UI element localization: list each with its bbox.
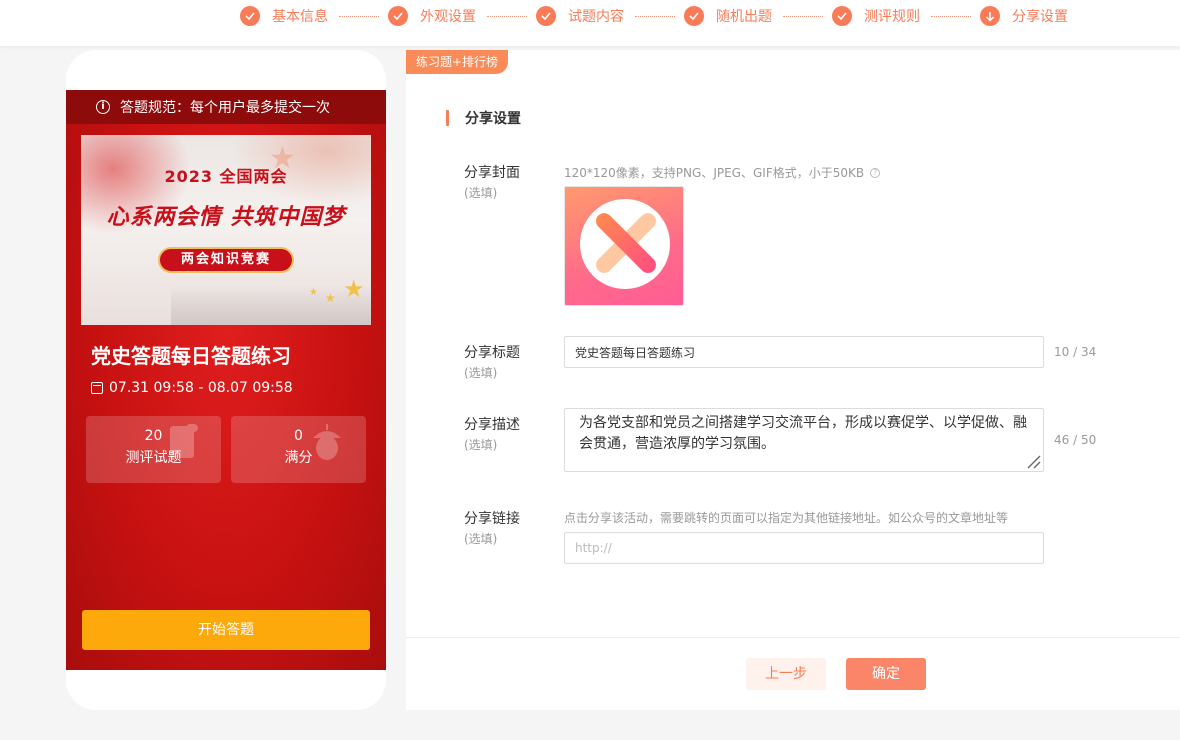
share-title-optional: (选填) <box>464 366 498 380</box>
share-link-hint: 点击分享该活动，需要跳转的页面可以指定为其他链接地址。如公众号的文章地址等 <box>564 511 1009 525</box>
step-appearance[interactable]: 外观设置 <box>388 6 476 26</box>
share-desc-textarea[interactable]: 为各党支部和党员之间搭建学习交流平台，形成以赛促学、以学促做、融会贯通，营造浓厚… <box>564 408 1044 472</box>
step-connector <box>339 16 379 17</box>
star-icon: ★ <box>269 141 296 176</box>
stat-value: 0 <box>294 428 303 444</box>
footer-divider <box>406 637 1180 638</box>
check-icon <box>240 6 260 26</box>
start-answer-button[interactable]: 开始答题 <box>82 610 370 650</box>
star-icon: ★ <box>309 287 318 298</box>
resize-handle-icon[interactable] <box>1026 454 1042 470</box>
activity-date-text: 07.31 09:58 - 08.07 09:58 <box>109 380 293 396</box>
share-desc-optional: (选填) <box>464 438 498 452</box>
share-cover-image[interactable] <box>564 186 684 306</box>
step-connector <box>635 16 675 17</box>
activity-title: 党史答题每日答题练习 <box>91 344 291 368</box>
step-label: 试题内容 <box>568 9 624 25</box>
mode-tag: 练习题+排行榜 <box>406 50 509 74</box>
rules-notice: i 答题规范：每个用户最多提交一次 <box>66 90 386 124</box>
section-marker <box>446 110 449 126</box>
previous-step-button[interactable]: 上一步 <box>746 658 826 690</box>
step-label: 分享设置 <box>1012 9 1068 25</box>
share-title-input[interactable] <box>564 336 1044 368</box>
step-random-questions[interactable]: 随机出题 <box>684 6 772 26</box>
share-cover-optional: (选填) <box>464 186 498 200</box>
share-cover-hint: 120*120像素，支持PNG、JPEG、GIF格式，小于50KB ? <box>564 164 881 181</box>
section-title: 分享设置 <box>465 111 521 127</box>
phone-preview: i 答题规范：每个用户最多提交一次 2023 全国两会 心系两会情 共筑中国梦 … <box>66 50 386 710</box>
share-link-optional: (选填) <box>464 532 498 546</box>
steps-bar: 基本信息 外观设置 试题内容 随机出题 测评规则 分享设置 <box>0 0 1180 46</box>
stat-label: 满分 <box>284 450 313 466</box>
step-connector <box>783 16 823 17</box>
calendar-icon <box>91 382 103 394</box>
star-icon: ★ <box>343 275 365 303</box>
share-link-input[interactable] <box>564 532 1044 564</box>
share-settings-panel: 练习题+排行榜 分享设置 分享封面 (选填) 120*120像素，支持PNG、J… <box>406 50 1180 710</box>
share-desc-counter: 46 / 50 <box>1054 433 1097 447</box>
share-link-label: 分享链接 <box>464 511 520 527</box>
stat-value: 20 <box>144 428 163 444</box>
step-basic-info[interactable]: 基本信息 <box>240 6 328 26</box>
share-cover-label: 分享封面 <box>464 165 520 181</box>
stat-label: 测评试题 <box>125 450 182 466</box>
step-connector <box>931 16 971 17</box>
banner-year: 2023 全国两会 <box>164 167 288 186</box>
step-label: 外观设置 <box>420 9 476 25</box>
stat-card-full-score: 0 满分 <box>231 416 366 483</box>
share-title-label: 分享标题 <box>464 345 520 361</box>
share-title-counter: 10 / 34 <box>1054 345 1097 359</box>
arrow-down-icon <box>980 6 1000 26</box>
info-icon: i <box>96 100 110 114</box>
section-header: 分享设置 <box>446 108 521 128</box>
check-icon <box>536 6 556 26</box>
step-evaluation-rules[interactable]: 测评规则 <box>832 6 920 26</box>
share-cover-hint-text: 120*120像素，支持PNG、JPEG、GIF格式，小于50KB <box>564 166 865 180</box>
check-icon <box>388 6 408 26</box>
star-icon: ★ <box>325 291 336 305</box>
check-icon <box>832 6 852 26</box>
share-desc-label: 分享描述 <box>464 417 520 433</box>
confirm-button[interactable]: 确定 <box>846 658 926 690</box>
banner-badge: 两会知识竞赛 <box>158 247 294 273</box>
step-connector <box>487 16 527 17</box>
step-label: 测评规则 <box>864 9 920 25</box>
rules-notice-text: 答题规范：每个用户最多提交一次 <box>120 100 330 116</box>
activity-date: 07.31 09:58 - 08.07 09:58 <box>91 380 293 396</box>
step-label: 基本信息 <box>272 9 328 25</box>
phone-screen: i 答题规范：每个用户最多提交一次 2023 全国两会 心系两会情 共筑中国梦 … <box>66 90 386 670</box>
skyline-decoration <box>171 285 371 325</box>
help-icon[interactable]: ? <box>870 167 881 178</box>
stat-card-questions: 20 测评试题 <box>86 416 221 483</box>
step-question-content[interactable]: 试题内容 <box>536 6 624 26</box>
step-share-settings[interactable]: 分享设置 <box>980 6 1068 26</box>
activity-banner: 2023 全国两会 心系两会情 共筑中国梦 两会知识竞赛 ★ ★ ★ ★ <box>81 135 371 325</box>
check-icon <box>684 6 704 26</box>
banner-title: 心系两会情 共筑中国梦 <box>106 205 346 230</box>
step-label: 随机出题 <box>716 9 772 25</box>
